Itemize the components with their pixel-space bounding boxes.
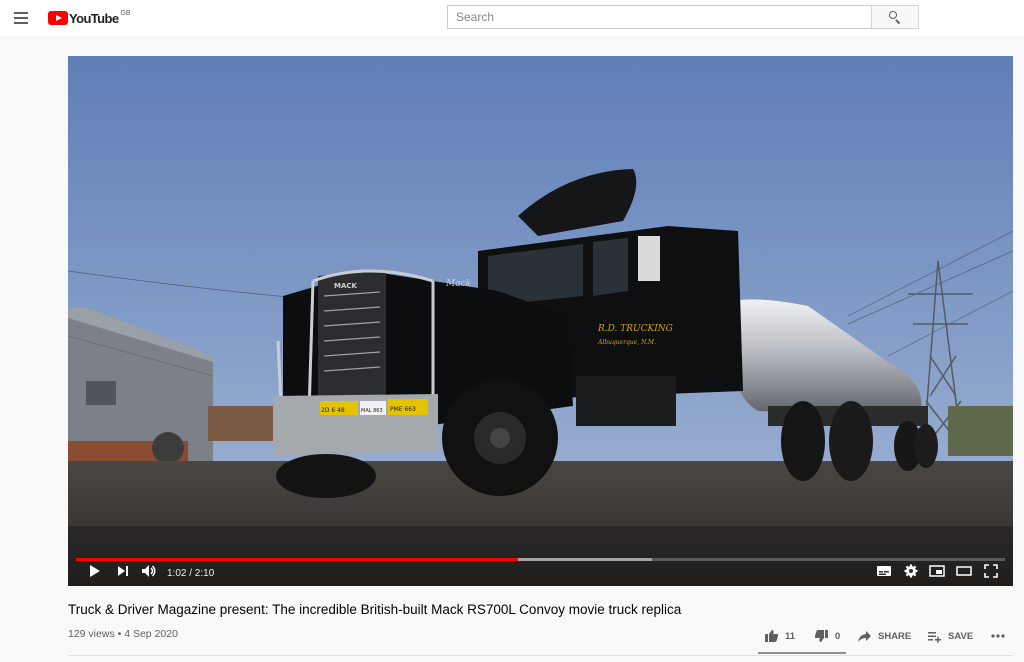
add-to-playlist-icon [928,632,941,643]
hamburger-menu-icon[interactable] [10,7,32,29]
like-button[interactable]: 11 [764,626,795,646]
thumbs-down-icon [814,630,828,642]
share-label: SHARE [878,630,912,642]
subtitles-icon[interactable] [876,562,892,580]
player-controls: 1:02 / 2:10 [68,562,1013,586]
share-button[interactable]: SHARE [857,626,911,646]
logo-country-code: GB [120,9,131,17]
settings-gear-icon[interactable] [903,562,919,580]
progress-played [76,558,519,561]
video-title: Truck & Driver Magazine present: The inc… [68,602,682,617]
dislike-button[interactable]: 0 [814,626,840,646]
youtube-logo[interactable]: YouTube GB [48,9,131,27]
door-lettering: R.D. TRUCKING [597,324,673,334]
plate-middle: MAL 863 [361,408,383,414]
fullscreen-icon[interactable] [983,562,999,580]
miniplayer-icon[interactable] [929,562,945,580]
door-sublettering: Albuquerque, N.M. [597,339,656,346]
time-display: 1:02 / 2:10 [167,568,215,579]
progress-bar[interactable] [76,558,1005,561]
masthead: YouTube GB [0,0,1024,36]
volume-icon[interactable] [140,562,158,580]
thumbs-up-icon [765,630,779,642]
plate-left: 2D 6 48 [321,407,345,414]
hood-badge: Mack [445,279,471,289]
save-label: SAVE [948,630,974,642]
theater-mode-icon[interactable] [956,562,972,580]
more-actions-button[interactable] [990,626,1012,646]
like-count: 11 [785,630,796,642]
dislike-count: 0 [835,630,841,642]
search-input[interactable] [447,5,872,29]
video-frame: R.D. TRUCKING Albuquerque, N.M. Mack MAC… [68,56,1013,586]
youtube-play-logo-icon [48,11,68,25]
video-meta: 129 views • 4 Sep 2020 [68,628,178,640]
more-horizontal-icon [991,634,1005,638]
next-icon[interactable] [116,562,130,580]
save-button[interactable]: SAVE [927,626,973,646]
logo-text: YouTube [69,10,119,26]
search-icon [888,10,902,25]
share-icon [858,631,871,642]
search-button[interactable] [871,5,919,29]
divider [68,655,1013,656]
plate-right: PME 663 [390,406,416,413]
grille-badge: MACK [334,282,358,290]
play-icon[interactable] [88,562,102,580]
video-player[interactable]: R.D. TRUCKING Albuquerque, N.M. Mack MAC… [68,56,1013,586]
sentiment-bar [758,652,846,654]
